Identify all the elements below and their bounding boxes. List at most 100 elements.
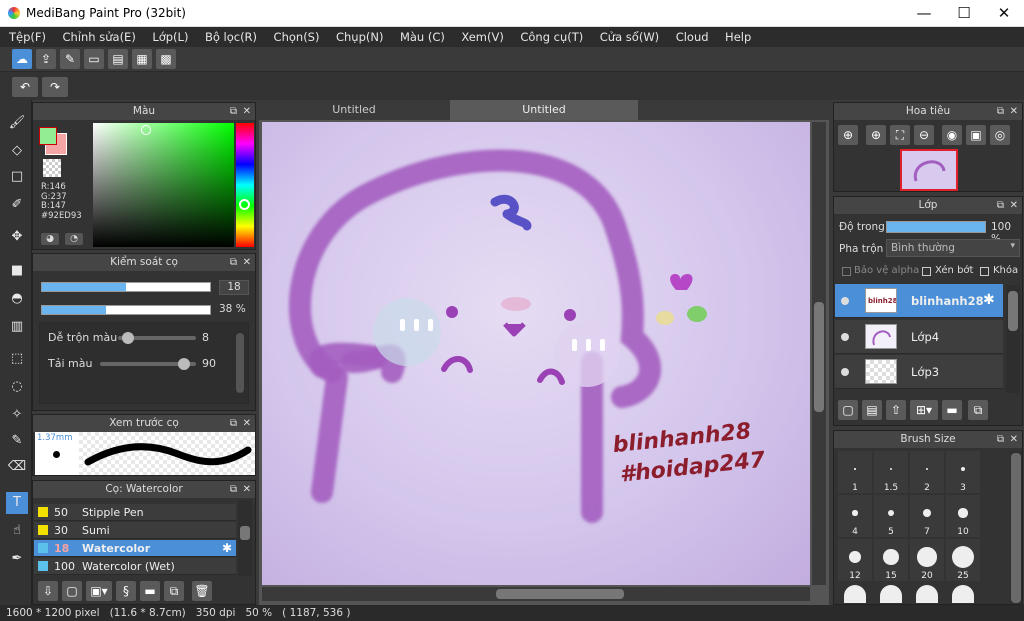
canvas-hscroll-thumb[interactable] [496,589,624,599]
menu-view[interactable]: Xem(V) [461,27,503,47]
zoom-in-alt-icon[interactable]: ⊕ [866,125,886,145]
brush-size-scroll-thumb[interactable] [1011,453,1021,603]
add-cloud-brush-icon[interactable]: ⇩ [38,581,58,601]
brush-size-dot[interactable] [952,585,974,603]
foreground-color-swatch[interactable] [39,127,57,145]
operation-tool-icon[interactable]: ☝ [6,520,28,542]
undo-icon[interactable]: ↶ [12,77,38,97]
brush-size-dot[interactable] [844,585,866,603]
menu-help[interactable]: Help [725,27,751,47]
trash-icon[interactable]: 🗑 [192,581,212,601]
bucket-tool-icon[interactable]: ◓ [6,288,28,310]
brush-size-dot[interactable] [880,585,902,603]
visibility-icon[interactable] [841,333,849,341]
redo-icon[interactable]: ↷ [42,77,68,97]
text-tool-icon[interactable]: T [6,492,28,514]
brush-row-watercolor-wet[interactable]: 100 Watercolor (Wet) [34,558,236,575]
undock-icon[interactable]: ⧉ [230,481,237,498]
cloud-icon[interactable]: ☁ [12,49,32,69]
load-slider-handle[interactable] [178,358,190,370]
add-brush-dropdown-icon[interactable]: ▣▾ [86,581,112,601]
duplicate-icon[interactable]: ⧉ [164,581,184,601]
grid-icon[interactable]: ▦ [132,49,152,69]
undock-icon[interactable]: ⧉ [230,254,237,271]
undock-icon[interactable]: ⧉ [997,197,1004,214]
undock-icon[interactable]: ⧉ [997,103,1004,120]
color-picker-cursor[interactable] [141,125,151,135]
panel-close-icon[interactable]: ✕ [243,103,251,120]
new-halftone-layer-icon[interactable]: ▤ [862,400,882,420]
brush-size-preset[interactable]: 12 [838,539,872,581]
menu-file[interactable]: Tệp(F) [9,27,46,47]
brush-list-scrollbar[interactable] [238,500,252,576]
brush-detail-scrollbar[interactable] [236,333,244,393]
clip-checkbox[interactable] [922,267,931,276]
brush-tool-icon[interactable]: 🖌 [6,112,28,134]
rotate-right-icon[interactable]: ◎ [990,125,1010,145]
brush-opacity-slider[interactable] [41,305,211,315]
lock-checkbox[interactable] [980,267,989,276]
brush-size-preset[interactable]: 20 [910,539,944,581]
brush-size-preset[interactable]: 5 [874,495,908,537]
add-layer-dropdown-icon[interactable]: ⊞▾ [910,400,938,420]
hue-slider[interactable] [236,123,254,247]
brush-row-stipple-pen[interactable]: 50 Stipple Pen [34,504,236,521]
rectangle-tool-icon[interactable]: □ [6,166,28,188]
menu-layer[interactable]: Lớp(L) [152,27,188,47]
blend-mode-select[interactable]: Bình thường ▾ [886,239,1020,257]
panel-close-icon[interactable]: ✕ [243,481,251,498]
brush-size-preset[interactable]: 25 [946,539,980,581]
select-eraser-tool-icon[interactable]: ⌫ [6,456,28,478]
menu-snap[interactable]: Chụp(N) [336,27,383,47]
layout-icon[interactable]: ▩ [156,49,176,69]
undock-icon[interactable]: ⧉ [230,103,237,120]
protect-alpha-checkbox[interactable] [842,267,851,276]
brush-settings-gear-icon[interactable]: ✱ [222,541,232,555]
brush-row-watercolor[interactable]: 18 Watercolor ✱ [34,540,236,557]
canvas-horizontal-scrollbar[interactable] [262,587,810,601]
tab-untitled-2[interactable]: Untitled [450,100,638,120]
transparent-swatch[interactable] [43,159,61,177]
menu-edit[interactable]: Chỉnh sửa(E) [63,27,136,47]
layer-scrollbar[interactable] [1006,285,1020,393]
page-icon[interactable]: ▤ [108,49,128,69]
select-pen-tool-icon[interactable]: ✎ [6,430,28,452]
menu-color[interactable]: Màu (C) [400,27,445,47]
zoom-out-icon[interactable]: ⊖ [914,125,934,145]
brush-list-scroll-thumb[interactable] [240,526,250,540]
menu-window[interactable]: Cửa sổ(W) [600,27,659,47]
folder-icon[interactable]: ▬ [140,581,160,601]
select-tool-icon[interactable]: ⬚ [6,348,28,370]
layer-folder-icon[interactable]: ▬ [942,400,962,420]
upload-icon[interactable]: ⇪ [36,49,56,69]
saturation-value-picker[interactable] [93,123,234,247]
maximize-button[interactable]: ☐ [944,0,984,27]
color-wheel-icon[interactable]: ◔ [65,233,83,245]
brush-size-input[interactable]: 18 [219,280,249,295]
visibility-icon[interactable] [841,297,849,305]
navigator-thumbnail[interactable] [900,149,958,191]
eyedropper-tool-icon[interactable]: ✒ [6,548,28,570]
new-layer-icon[interactable]: ▢ [838,400,858,420]
lasso-tool-icon[interactable]: ◌ [6,376,28,398]
blend-slider[interactable] [118,332,196,344]
eraser-tool-icon[interactable]: ◇ [6,140,28,162]
layer-row-lop4[interactable]: Lớp4 [835,320,1003,354]
minimize-button[interactable]: — [904,0,944,27]
panel-close-icon[interactable]: ✕ [1010,197,1018,214]
zoom-in-icon[interactable]: ⊕ [838,125,858,145]
chat-icon[interactable]: ▭ [84,49,104,69]
layer-row-blinhanh28[interactable]: blinh28 blinhanh28 ✱ [835,284,1003,318]
magic-wand-tool-icon[interactable]: ✧ [6,404,28,426]
comment-icon[interactable]: ✎ [60,49,80,69]
hue-slider-handle[interactable] [239,199,250,210]
fill-rect-tool-icon[interactable]: ■ [6,260,28,282]
gradient-tool-icon[interactable]: ▥ [6,316,28,338]
duplicate-layer-icon[interactable]: ⧉ [968,400,988,420]
rotate-left-icon[interactable]: ◉ [942,125,962,145]
brush-row-sumi[interactable]: 30 Sumi [34,522,236,539]
layer-opacity-slider[interactable] [886,221,986,233]
panel-close-icon[interactable]: ✕ [1010,103,1018,120]
visibility-icon[interactable] [841,368,849,376]
panel-close-icon[interactable]: ✕ [1010,431,1018,448]
